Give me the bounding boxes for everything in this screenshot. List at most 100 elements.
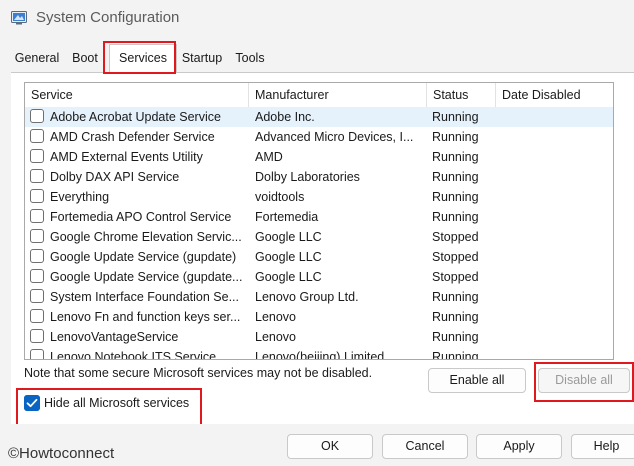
service-checkbox[interactable] (30, 229, 44, 243)
table-row[interactable]: Lenovo Fn and function keys ser... Lenovo… (25, 307, 613, 327)
manufacturer: Advanced Micro Devices, I... (255, 130, 414, 144)
service-checkbox[interactable] (30, 209, 44, 223)
table-row[interactable]: Google Chrome Elevation Servic... Google … (25, 227, 613, 247)
date-disabled (502, 327, 612, 347)
tab-boot[interactable]: Boot (67, 46, 103, 70)
service-checkbox[interactable] (30, 189, 44, 203)
status: Stopped (432, 230, 479, 244)
status: Running (432, 290, 479, 304)
date-disabled (502, 187, 612, 207)
window-title: System Configuration (36, 9, 180, 26)
apply-button[interactable]: Apply (476, 434, 562, 459)
tab-general[interactable]: General (11, 46, 63, 70)
status: Running (432, 190, 479, 204)
status: Running (432, 350, 479, 360)
service-name: Adobe Acrobat Update Service (50, 110, 221, 124)
service-checkbox[interactable] (30, 169, 44, 183)
status: Running (432, 330, 479, 344)
table-row[interactable]: AMD External Events Utility AMD Running (25, 147, 613, 167)
service-checkbox[interactable] (30, 289, 44, 303)
manufacturer: Google LLC (255, 230, 322, 244)
service-name: Google Chrome Elevation Servic... (50, 230, 242, 244)
list-header: Service Manufacturer Status Date Disable… (25, 83, 613, 108)
date-disabled (502, 167, 612, 187)
tab-services[interactable]: Services (109, 44, 177, 72)
cancel-button[interactable]: Cancel (382, 434, 468, 459)
manufacturer: Lenovo (255, 310, 297, 324)
table-row[interactable]: Google Update Service (gupdate... Google … (25, 267, 613, 287)
rows: Adobe Acrobat Update Service Adobe Inc. Ru… (25, 107, 613, 360)
table-row[interactable]: LenovoVantageService Lenovo Running (25, 327, 613, 347)
status: Running (432, 310, 479, 324)
system-config-icon (11, 11, 27, 25)
status: Stopped (432, 270, 479, 284)
watermark: ©Howtoconnect (8, 445, 115, 462)
column-header-status[interactable]: Status (427, 83, 496, 107)
tab-startup[interactable]: Startup (177, 46, 227, 70)
service-name: Google Update Service (gupdate) (50, 250, 237, 264)
date-disabled (502, 207, 612, 227)
service-checkbox[interactable] (30, 329, 44, 343)
status: Running (432, 130, 479, 144)
service-checkbox[interactable] (30, 109, 44, 123)
service-name: System Interface Foundation Se... (50, 290, 239, 304)
service-checkbox[interactable] (30, 149, 44, 163)
column-header-service[interactable]: Service (25, 83, 249, 107)
table-row[interactable]: Everything voidtools Running (25, 187, 613, 207)
table-row[interactable]: Lenovo Notebook ITS Service Lenovo(beijin… (25, 347, 613, 360)
date-disabled (502, 307, 612, 327)
manufacturer: Lenovo(beijing) Limited (255, 350, 385, 360)
hide-microsoft-services-label: Hide all Microsoft services (44, 396, 190, 410)
service-checkbox[interactable] (30, 129, 44, 143)
status: Running (432, 110, 479, 124)
tab-tools[interactable]: Tools (230, 46, 270, 70)
service-name: Lenovo Notebook ITS Service (50, 350, 217, 360)
manufacturer: AMD (255, 150, 283, 164)
table-row[interactable]: Fortemedia APO Control Service Fortemedia… (25, 207, 613, 227)
column-header-manufacturer[interactable]: Manufacturer (249, 83, 427, 107)
table-row[interactable]: AMD Crash Defender Service Advanced Micro… (25, 127, 613, 147)
status: Running (432, 170, 479, 184)
service-checkbox[interactable] (30, 349, 44, 359)
table-row[interactable]: System Interface Foundation Se... Lenovo … (25, 287, 613, 307)
date-disabled (502, 347, 612, 359)
ok-button[interactable]: OK (287, 434, 373, 459)
date-disabled (502, 107, 612, 127)
table-row[interactable]: Google Update Service (gupdate) Google LL… (25, 247, 613, 267)
date-disabled (502, 147, 612, 167)
disable-all-button[interactable]: Disable all (538, 368, 630, 393)
checkmark-icon (24, 395, 40, 411)
secure-services-note: Note that some secure Microsoft services… (24, 366, 373, 380)
service-checkbox[interactable] (30, 249, 44, 263)
service-name: Google Update Service (gupdate... (50, 270, 243, 284)
date-disabled (502, 227, 612, 247)
manufacturer: Google LLC (255, 270, 322, 284)
enable-all-button[interactable]: Enable all (428, 368, 526, 393)
date-disabled (502, 267, 612, 287)
manufacturer: Adobe Inc. (255, 110, 315, 124)
services-list[interactable]: Service Manufacturer Status Date Disable… (24, 82, 614, 360)
manufacturer: Google LLC (255, 250, 322, 264)
date-disabled (502, 287, 612, 307)
manufacturer: voidtools (255, 190, 305, 204)
service-checkbox[interactable] (30, 309, 44, 323)
manufacturer: Lenovo Group Ltd. (255, 290, 359, 304)
table-row[interactable]: Dolby DAX API Service Dolby Laboratories R… (25, 167, 613, 187)
service-name: Dolby DAX API Service (50, 170, 180, 184)
service-name: AMD Crash Defender Service (50, 130, 215, 144)
service-name: Everything (50, 190, 110, 204)
service-checkbox[interactable] (30, 269, 44, 283)
service-name: LenovoVantageService (50, 330, 179, 344)
service-name: AMD External Events Utility (50, 150, 203, 164)
table-row[interactable]: Adobe Acrobat Update Service Adobe Inc. Ru… (25, 107, 613, 127)
status: Stopped (432, 250, 479, 264)
date-disabled (502, 127, 612, 147)
title-bar: System Configuration (0, 0, 634, 38)
manufacturer: Fortemedia (255, 210, 319, 224)
manufacturer: Dolby Laboratories (255, 170, 360, 184)
help-button[interactable]: Help (571, 434, 634, 459)
date-disabled (502, 247, 612, 267)
service-name: Fortemedia APO Control Service (50, 210, 232, 224)
column-header-date-disabled[interactable]: Date Disabled (496, 83, 613, 107)
status: Running (432, 150, 479, 164)
